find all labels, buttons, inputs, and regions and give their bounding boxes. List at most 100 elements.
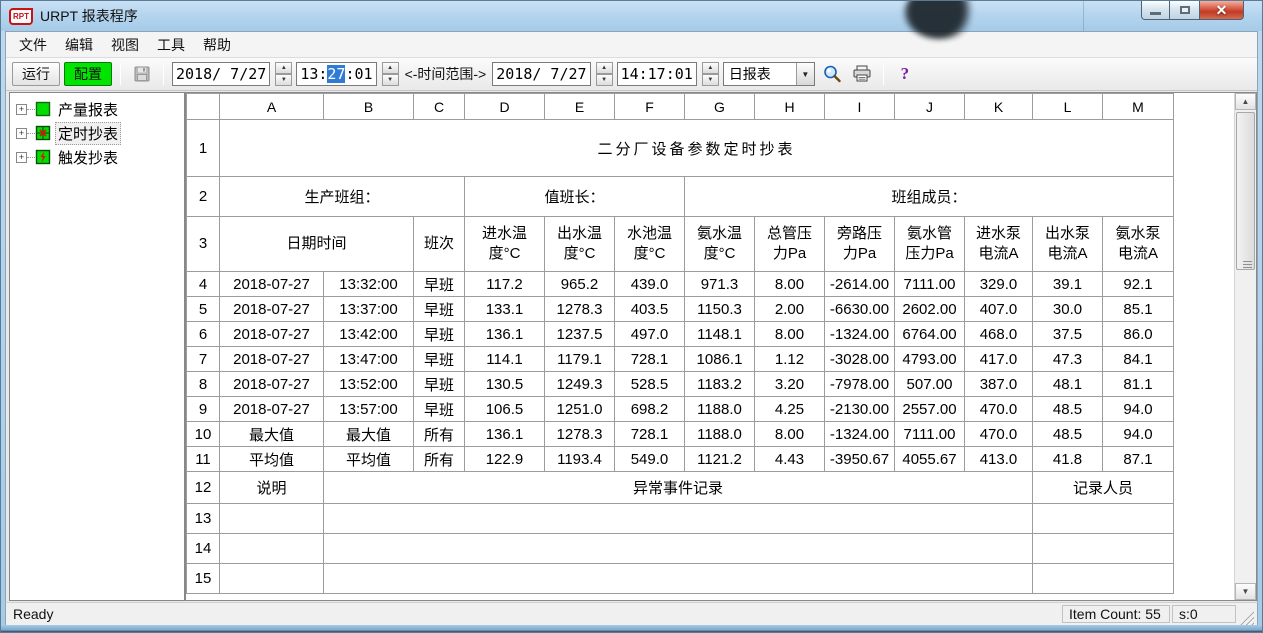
- header-datetime[interactable]: 日期时间: [220, 217, 414, 272]
- value-cell[interactable]: 133.1: [465, 297, 545, 322]
- resize-grip[interactable]: [1240, 611, 1254, 625]
- spin-up-button[interactable]: ▲: [596, 62, 613, 74]
- date-cell[interactable]: 最大值: [220, 422, 324, 447]
- value-cell[interactable]: 8.00: [755, 422, 825, 447]
- spin-down-button[interactable]: ▼: [275, 74, 292, 86]
- value-cell[interactable]: 971.3: [685, 272, 755, 297]
- value-cell[interactable]: 106.5: [465, 397, 545, 422]
- tree-item-timed-reading[interactable]: + 定时抄表: [12, 121, 182, 145]
- empty-cell[interactable]: [1033, 564, 1174, 594]
- value-cell[interactable]: -3028.00: [825, 347, 895, 372]
- value-cell[interactable]: 728.1: [615, 422, 685, 447]
- value-cell[interactable]: 1278.3: [545, 297, 615, 322]
- value-cell[interactable]: 1278.3: [545, 422, 615, 447]
- value-cell[interactable]: 117.2: [465, 272, 545, 297]
- shift-cell[interactable]: 早班: [414, 322, 465, 347]
- menu-help[interactable]: 帮助: [194, 32, 240, 58]
- value-cell[interactable]: 698.2: [615, 397, 685, 422]
- maximize-button[interactable]: [1170, 1, 1199, 20]
- value-cell[interactable]: 4055.67: [895, 447, 965, 472]
- value-cell[interactable]: 87.1: [1103, 447, 1174, 472]
- value-cell[interactable]: -1324.00: [825, 422, 895, 447]
- date-cell[interactable]: 平均值: [220, 447, 324, 472]
- value-cell[interactable]: 4.43: [755, 447, 825, 472]
- value-cell[interactable]: 1249.3: [545, 372, 615, 397]
- value-cell[interactable]: -7978.00: [825, 372, 895, 397]
- value-cell[interactable]: 1183.2: [685, 372, 755, 397]
- print-icon[interactable]: [849, 62, 875, 86]
- shift-cell[interactable]: 所有: [414, 422, 465, 447]
- value-cell[interactable]: 407.0: [965, 297, 1033, 322]
- menu-view[interactable]: 视图: [102, 32, 148, 58]
- empty-cell[interactable]: [324, 504, 1033, 534]
- value-cell[interactable]: 1.12: [755, 347, 825, 372]
- value-cell[interactable]: 86.0: [1103, 322, 1174, 347]
- members-cell[interactable]: 班组成员：: [685, 177, 1174, 217]
- end-time-input[interactable]: 14:17:01: [617, 62, 697, 86]
- shift-cell[interactable]: 早班: [414, 397, 465, 422]
- value-cell[interactable]: 468.0: [965, 322, 1033, 347]
- value-cell[interactable]: 47.3: [1033, 347, 1103, 372]
- start-date-input[interactable]: 2018/ 7/27: [172, 62, 270, 86]
- date-cell[interactable]: 2018-07-27: [220, 297, 324, 322]
- value-cell[interactable]: 114.1: [465, 347, 545, 372]
- menu-tools[interactable]: 工具: [148, 32, 194, 58]
- header-cell[interactable]: 进水温度°C: [465, 217, 545, 272]
- date-cell[interactable]: 2018-07-27: [220, 272, 324, 297]
- value-cell[interactable]: 85.1: [1103, 297, 1174, 322]
- value-cell[interactable]: 413.0: [965, 447, 1033, 472]
- value-cell[interactable]: 1086.1: [685, 347, 755, 372]
- search-icon[interactable]: [819, 62, 845, 86]
- value-cell[interactable]: 1121.2: [685, 447, 755, 472]
- value-cell[interactable]: 728.1: [615, 347, 685, 372]
- value-cell[interactable]: 528.5: [615, 372, 685, 397]
- shift-cell[interactable]: 早班: [414, 297, 465, 322]
- value-cell[interactable]: 7111.00: [895, 422, 965, 447]
- value-cell[interactable]: 94.0: [1103, 397, 1174, 422]
- end-date-input[interactable]: 2018/ 7/27: [492, 62, 590, 86]
- value-cell[interactable]: 130.5: [465, 372, 545, 397]
- scrollbar-thumb[interactable]: [1236, 112, 1255, 270]
- run-button[interactable]: 运行: [12, 62, 60, 86]
- events-cell[interactable]: 异常事件记录: [324, 472, 1033, 504]
- value-cell[interactable]: 4.25: [755, 397, 825, 422]
- header-cell[interactable]: 出水泵电流A: [1033, 217, 1103, 272]
- value-cell[interactable]: 92.1: [1103, 272, 1174, 297]
- spin-up-button[interactable]: ▲: [382, 62, 399, 74]
- value-cell[interactable]: 136.1: [465, 322, 545, 347]
- value-cell[interactable]: -2614.00: [825, 272, 895, 297]
- header-shift[interactable]: 班次: [414, 217, 465, 272]
- value-cell[interactable]: 2.00: [755, 297, 825, 322]
- empty-cell[interactable]: [220, 534, 324, 564]
- value-cell[interactable]: 30.0: [1033, 297, 1103, 322]
- value-cell[interactable]: 48.1: [1033, 372, 1103, 397]
- save-icon[interactable]: [129, 62, 155, 86]
- header-cell[interactable]: 进水泵电流A: [965, 217, 1033, 272]
- scroll-down-icon[interactable]: ▼: [1235, 583, 1256, 600]
- value-cell[interactable]: 2602.00: [895, 297, 965, 322]
- scrollbar-track[interactable]: [1235, 110, 1256, 583]
- date-cell[interactable]: 2018-07-27: [220, 397, 324, 422]
- close-button[interactable]: ✕: [1199, 1, 1244, 20]
- value-cell[interactable]: 497.0: [615, 322, 685, 347]
- tree-item-production-report[interactable]: + 产量报表: [12, 97, 182, 121]
- time-cell[interactable]: 13:42:00: [324, 322, 414, 347]
- config-button[interactable]: 配置: [64, 62, 112, 86]
- spin-down-button[interactable]: ▼: [702, 74, 719, 86]
- shift-cell[interactable]: 早班: [414, 347, 465, 372]
- vertical-scrollbar[interactable]: ▲ ▼: [1234, 93, 1256, 600]
- value-cell[interactable]: -3950.67: [825, 447, 895, 472]
- spin-up-button[interactable]: ▲: [275, 62, 292, 74]
- spin-down-button[interactable]: ▼: [596, 74, 613, 86]
- value-cell[interactable]: 1179.1: [545, 347, 615, 372]
- value-cell[interactable]: -2130.00: [825, 397, 895, 422]
- value-cell[interactable]: 549.0: [615, 447, 685, 472]
- time-cell[interactable]: 13:57:00: [324, 397, 414, 422]
- empty-cell[interactable]: [324, 534, 1033, 564]
- time-cell[interactable]: 最大值: [324, 422, 414, 447]
- value-cell[interactable]: 1188.0: [685, 397, 755, 422]
- header-cell[interactable]: 出水温度°C: [545, 217, 615, 272]
- value-cell[interactable]: 8.00: [755, 272, 825, 297]
- date-cell[interactable]: 2018-07-27: [220, 372, 324, 397]
- value-cell[interactable]: 417.0: [965, 347, 1033, 372]
